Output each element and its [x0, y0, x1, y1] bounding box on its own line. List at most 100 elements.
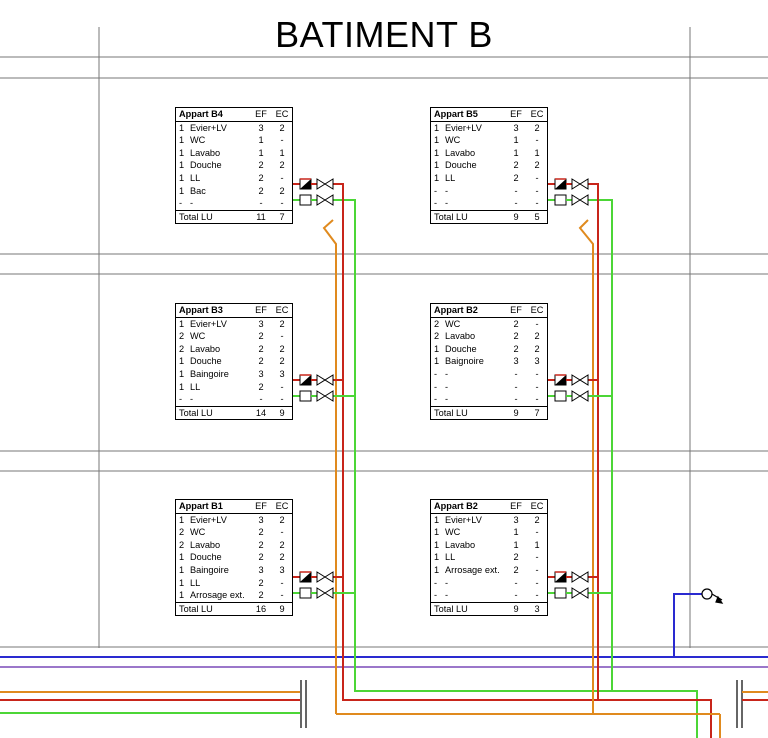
fixture-cell: LL [190, 381, 201, 392]
union-icon [736, 680, 743, 728]
table-row: ---- [431, 589, 547, 602]
riser-left [322, 183, 721, 738]
table-row: 2 Lavabo 2 2 [431, 330, 547, 343]
table-row: 1 Douche 2 2 [176, 159, 292, 172]
meter-icon [290, 571, 312, 583]
meter-icon [290, 374, 312, 386]
valve-icon [566, 587, 589, 599]
apartment-table-b2a: Appart B2 EF EC 2 WC 2-2 Lavabo 2 2 1 Douche 2 2 1 Bai… [430, 303, 548, 421]
ef-cell: - [259, 198, 263, 209]
total-label: Total LU [179, 211, 213, 222]
ec-cell: 1 [534, 147, 540, 158]
ec-cell: - [280, 381, 284, 392]
qty-cell: 1 [179, 356, 185, 367]
ef-cell: 1 [258, 135, 264, 146]
page-title: BATIMENT B [275, 14, 493, 55]
table-header: Appart B2 EF EC [431, 500, 547, 514]
ef-header: EF [510, 501, 522, 511]
qty-cell: 1 [179, 160, 185, 171]
fixture-cell: - [445, 394, 449, 405]
table-total-row: Total LU 9 3 [431, 601, 547, 616]
ec-cell: 2 [279, 552, 285, 563]
ef-cell: - [514, 394, 518, 405]
ec-cell: - [535, 564, 539, 575]
qty-cell: 1 [179, 185, 185, 196]
qty-cell: - [434, 198, 438, 209]
qty-cell: - [434, 590, 438, 601]
table-row: ---- [431, 381, 547, 394]
qty-cell: - [179, 394, 183, 405]
valve-icon [311, 374, 334, 386]
qty-cell: - [434, 185, 438, 196]
qty-cell: 2 [179, 343, 185, 354]
qty-cell: - [179, 198, 183, 209]
ef-cell: 2 [513, 343, 519, 354]
ec-cell: 1 [279, 147, 285, 158]
left-distribution [0, 691, 300, 714]
ef-cell: 1 [513, 539, 519, 550]
fixture-cell: LL [190, 577, 201, 588]
meter-icon [290, 390, 312, 402]
fixture-cell: Douche [190, 160, 222, 171]
table-row: ---- [431, 197, 547, 210]
table-row: 1 WC 1 - [431, 134, 547, 147]
table-row: 1 Lavabo 1 1 [176, 147, 292, 160]
table-row: 1 LL 2 - [431, 172, 547, 185]
table-row: 1 Douche 2 2 [431, 343, 547, 356]
table-row: 1 Evier+LV 3 2 [176, 318, 292, 331]
table-row: 2 WC 2 - [176, 330, 292, 343]
meter-icon [545, 587, 567, 599]
fixture-cell: - [445, 577, 449, 588]
ef-cell: 3 [513, 356, 519, 367]
table-total-row: Total LU 9 7 [431, 405, 547, 420]
table-row: 1 Arrosage ext. 2 - [176, 589, 292, 602]
table-row: 1 Douche 2 2 [176, 551, 292, 564]
ec-cell: 2 [534, 331, 540, 342]
ec-cell: - [280, 577, 284, 588]
table-header: Appart B1 EF EC [176, 500, 292, 514]
fixture-cell: WC [445, 135, 461, 146]
right-distribution [742, 691, 768, 701]
fixture-cell: LL [445, 172, 456, 183]
fixture-cell: Baingoire [190, 564, 229, 575]
ec-header: EC [530, 305, 544, 315]
fixture-cell: - [445, 590, 449, 601]
ef-cell: - [514, 185, 518, 196]
meter-icon [545, 374, 567, 386]
table-row: 1 Evier+LV 3 2 [431, 122, 547, 135]
table-row: 1 LL 2 - [176, 381, 292, 394]
fixture-cell: Baingoire [190, 368, 229, 379]
total-ef: 9 [513, 603, 519, 614]
plumbing-schematic [0, 27, 768, 738]
meter-icon [290, 587, 312, 599]
qty-cell: 2 [434, 331, 440, 342]
table-row: ---- [431, 393, 547, 406]
ef-cell: - [514, 381, 518, 392]
fixture-cell: - [190, 394, 194, 405]
qty-cell: 1 [434, 135, 440, 146]
qty-cell: 1 [434, 514, 440, 525]
meter-icon [545, 178, 567, 190]
ef-cell: 2 [258, 381, 264, 392]
ec-cell: 2 [279, 514, 285, 525]
ec-cell: 2 [279, 185, 285, 196]
qty-cell: 1 [179, 122, 185, 133]
ec-cell: - [535, 394, 539, 405]
table-row: 1 Lavabo 1 1 [431, 539, 547, 552]
ef-cell: 2 [258, 539, 264, 550]
valve-icon [311, 587, 334, 599]
ef-cell: 3 [513, 122, 519, 133]
fixture-cell: - [445, 381, 449, 392]
qty-cell: 2 [179, 331, 185, 342]
table-row: ---- [431, 577, 547, 590]
table-row: 1 LL 2 - [176, 577, 292, 590]
qty-cell: 1 [179, 590, 185, 601]
table-title: Appart B4 [179, 109, 223, 119]
table-row: 1 Lavabo 1 1 [431, 147, 547, 160]
fixture-cell: - [445, 368, 449, 379]
table-row: ---- [431, 368, 547, 381]
fixture-cell: - [445, 198, 449, 209]
ec-cell: - [535, 527, 539, 538]
ec-cell: 2 [279, 318, 285, 329]
fixture-cell: Lavabo [190, 539, 221, 550]
